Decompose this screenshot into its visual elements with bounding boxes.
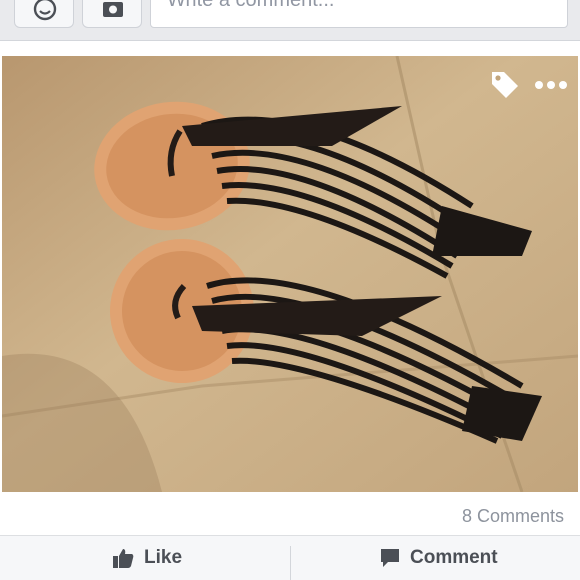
tag-icon[interactable] <box>490 70 520 100</box>
comment-icon <box>381 549 399 567</box>
comment-input-placeholder: Write a comment... <box>167 0 335 11</box>
sandals-photo <box>2 56 578 492</box>
photo-attach-button[interactable] <box>82 0 142 28</box>
comment-input[interactable]: Write a comment... <box>150 0 568 28</box>
like-button[interactable]: Like <box>112 536 182 580</box>
comments-summary: 8 Comments <box>0 496 580 536</box>
thumbs-up-icon <box>113 549 134 568</box>
camera-icon <box>103 2 123 17</box>
comment-label: Comment <box>410 547 498 568</box>
actions-divider <box>290 546 291 580</box>
sticker-button[interactable] <box>14 0 74 28</box>
emoji-icon <box>33 0 57 21</box>
comments-count[interactable]: 8 Comments <box>462 506 564 527</box>
post-photo[interactable] <box>2 56 578 492</box>
comment-composer: Write a comment... <box>0 0 580 41</box>
more-options-icon[interactable] <box>534 80 568 90</box>
post-actions-bar: Like Comment <box>0 536 580 580</box>
comment-button[interactable]: Comment <box>380 536 498 580</box>
like-label: Like <box>144 547 183 568</box>
